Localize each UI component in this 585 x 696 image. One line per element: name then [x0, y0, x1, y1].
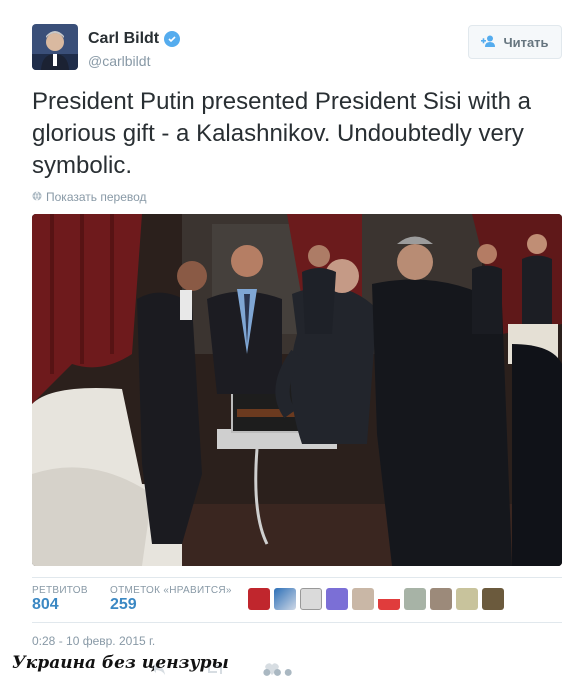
liker-avatar[interactable]: [456, 588, 478, 610]
add-user-icon: [481, 35, 497, 50]
translate-label: Показать перевод: [46, 190, 147, 204]
tweet-photo[interactable]: [32, 214, 562, 566]
liker-avatar[interactable]: [404, 588, 426, 610]
divider: [32, 577, 562, 578]
liker-avatar[interactable]: [326, 588, 348, 610]
liker-avatars: [248, 588, 504, 610]
author-name[interactable]: Carl Bildt: [88, 30, 181, 48]
watermark: Украина без цензуры: [12, 653, 229, 673]
likes-label: ОТМЕТОК «НРАВИТСЯ»: [110, 585, 232, 596]
tweet-timestamp[interactable]: 0:28 - 10 февр. 2015 г.: [32, 634, 155, 648]
retweets-label: РЕТВИТОВ: [32, 585, 88, 596]
retweets-count[interactable]: 804: [32, 596, 59, 614]
likes-count[interactable]: 259: [110, 596, 137, 614]
author-name-text[interactable]: Carl Bildt: [88, 30, 159, 48]
tweet-text: President Putin presented President Sisi…: [32, 88, 531, 179]
liker-avatar[interactable]: [378, 588, 400, 610]
liker-avatar[interactable]: [248, 588, 270, 610]
avatar[interactable]: [32, 24, 78, 70]
translate-link[interactable]: Показать перевод: [32, 190, 147, 204]
liker-avatar[interactable]: [274, 588, 296, 610]
globe-icon: [32, 190, 42, 204]
liker-avatar[interactable]: [482, 588, 504, 610]
author-handle[interactable]: @carlbildt: [88, 53, 150, 69]
follow-button[interactable]: Читать: [468, 25, 562, 59]
more-icon[interactable]: ●●●: [262, 664, 294, 682]
verified-badge-icon: [164, 31, 181, 47]
follow-button-label: Читать: [503, 34, 549, 50]
divider: [32, 622, 562, 623]
liker-avatar[interactable]: [352, 588, 374, 610]
liker-avatar[interactable]: [300, 588, 322, 610]
liker-avatar[interactable]: [430, 588, 452, 610]
